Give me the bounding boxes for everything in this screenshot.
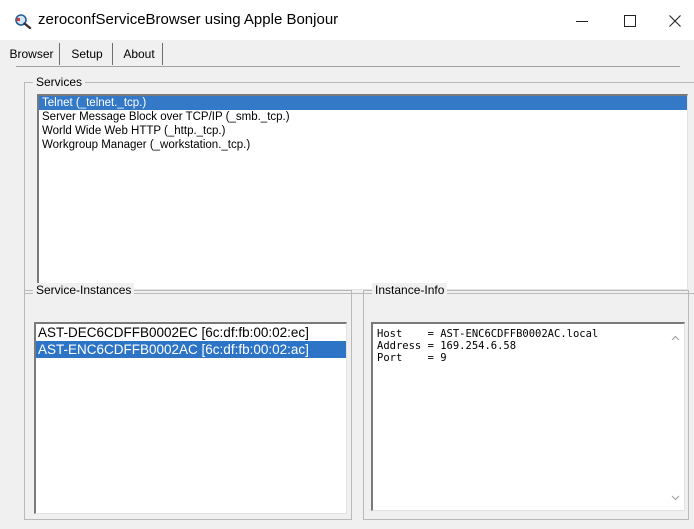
instance-info-line: Host = AST-ENC6CDFFB0002AC.local bbox=[377, 328, 599, 340]
tab-setup[interactable]: Setup bbox=[62, 43, 113, 65]
service-list-item[interactable]: Server Message Block over TCP/IP (_smb._… bbox=[39, 110, 687, 124]
scroll-up-arrow-icon[interactable] bbox=[671, 334, 680, 343]
minimize-button[interactable] bbox=[560, 4, 604, 38]
tab-browser[interactable]: Browser bbox=[4, 43, 60, 65]
maximize-icon bbox=[624, 15, 636, 27]
services-legend: Services bbox=[33, 75, 86, 89]
close-button[interactable] bbox=[656, 4, 694, 38]
window-title: zeroconfServiceBrowser using Apple Bonjo… bbox=[38, 11, 339, 28]
service-instances-legend: Service-Instances bbox=[33, 283, 135, 297]
instance-info-line: Port = 9 bbox=[377, 352, 447, 364]
app-window: zeroconfServiceBrowser using Apple Bonjo… bbox=[0, 0, 694, 529]
service-list-item[interactable]: Telnet (_telnet._tcp.) bbox=[39, 96, 687, 110]
service-list-item[interactable]: World Wide Web HTTP (_http._tcp.) bbox=[39, 124, 687, 138]
instance-info-line: Address = 169.254.6.58 bbox=[377, 340, 517, 352]
magnifier-app-icon bbox=[14, 13, 32, 30]
tab-divider bbox=[16, 66, 680, 67]
minimize-icon bbox=[576, 21, 588, 22]
instance-info-legend: Instance-Info bbox=[372, 283, 448, 297]
service-list-item[interactable]: Workgroup Manager (_workstation._tcp.) bbox=[39, 138, 687, 152]
service-instance-list-item[interactable]: AST-DEC6CDFFB0002EC [6c:df:fb:00:02:ec] bbox=[36, 324, 346, 341]
instance-info-textbox[interactable]: Host = AST-ENC6CDFFB0002AC.local Address … bbox=[371, 322, 685, 511]
title-bar[interactable]: zeroconfServiceBrowser using Apple Bonjo… bbox=[0, 0, 694, 40]
maximize-button[interactable] bbox=[608, 4, 652, 38]
close-icon bbox=[669, 15, 681, 27]
instance-info-scrollbar[interactable] bbox=[667, 324, 684, 510]
services-list[interactable]: Telnet (_telnet._tcp.) Server Message Blo… bbox=[37, 94, 688, 290]
tab-about[interactable]: About bbox=[116, 43, 163, 65]
service-instances-list[interactable]: AST-DEC6CDFFB0002EC [6c:df:fb:00:02:ec] A… bbox=[34, 322, 347, 514]
service-instance-list-item[interactable]: AST-ENC6CDFFB0002AC [6c:df:fb:00:02:ac] bbox=[36, 341, 346, 358]
scroll-down-arrow-icon[interactable] bbox=[671, 493, 680, 502]
